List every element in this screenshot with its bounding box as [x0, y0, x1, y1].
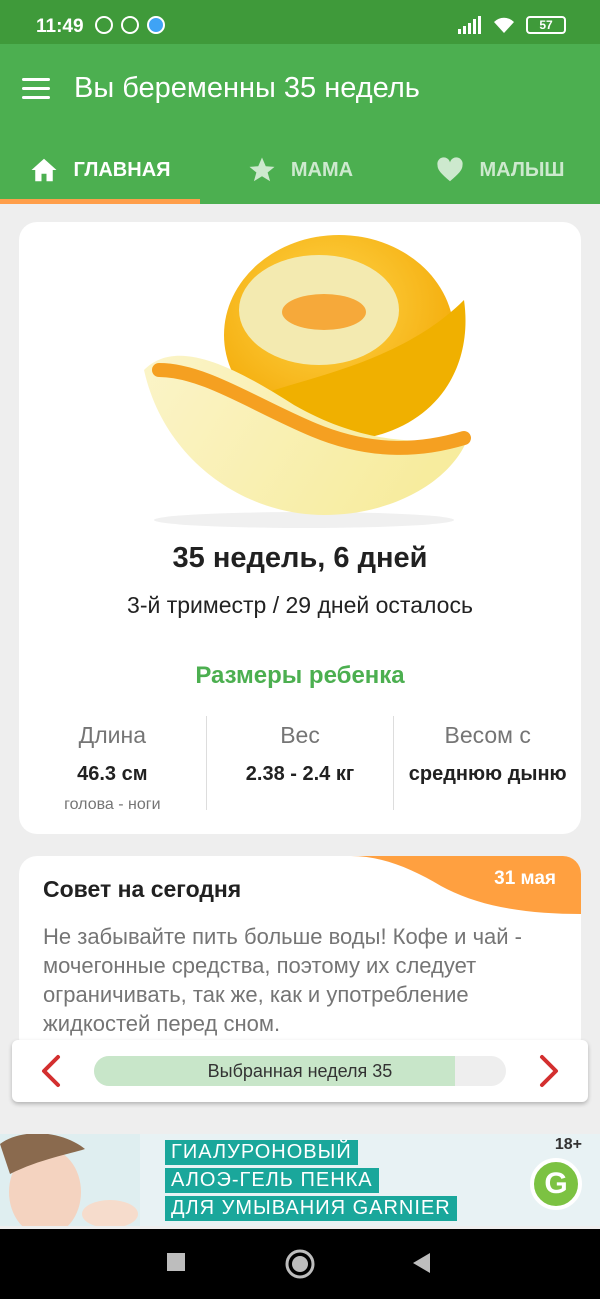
play-icon	[121, 16, 139, 34]
ad-model-image	[0, 1134, 140, 1226]
stat-label: Весом с	[444, 722, 531, 748]
stat-note: голова - ноги	[64, 796, 161, 813]
star-icon	[249, 157, 275, 182]
ad-text: ГИАЛУРОНОВЫЙ АЛОЭ-ГЕЛЬ ПЕНКА ДЛЯ УМЫВАНИ…	[165, 1140, 457, 1224]
menu-icon[interactable]	[22, 78, 50, 100]
week-progress-label: Выбранная неделя 35	[207, 1061, 393, 1081]
tab-baby[interactable]: МАЛЫШ	[400, 136, 600, 204]
tab-home[interactable]: ГЛАВНАЯ	[0, 136, 200, 204]
week-title: 35 недель, 6 дней	[172, 542, 428, 574]
tab-mama[interactable]: МАМА	[200, 136, 400, 204]
garnier-logo: G	[530, 1158, 582, 1210]
week-navigator: Выбранная неделя 35	[12, 1040, 588, 1102]
chevron-right-icon[interactable]	[530, 1053, 566, 1089]
ad-line: ГИАЛУРОНОВЫЙ	[165, 1140, 358, 1165]
stat-value: 2.38 - 2.4 кг	[245, 763, 355, 785]
alarm-icon	[95, 16, 113, 34]
back-icon[interactable]	[410, 1251, 432, 1275]
ad-line: АЛОЭ-ГЕЛЬ ПЕНКА	[165, 1168, 379, 1193]
app-bar: Вы беременны 35 недель	[0, 44, 600, 136]
status-time: 11:49	[36, 16, 84, 37]
home-nav-icon[interactable]	[284, 1248, 316, 1280]
daily-tip-card: 31 мая Совет на сегодня Не забывайте пит…	[19, 856, 581, 1056]
stat-length: Длина 46.3 см голова - ноги	[19, 716, 207, 813]
stat-value: 46.3 см	[77, 763, 148, 785]
week-summary-card: 35 недель, 6 дней 3-й триместр / 29 дней…	[19, 222, 581, 834]
status-right: 57	[458, 16, 566, 34]
tab-baby-label: МАЛЫШ	[479, 158, 565, 181]
tip-date: 31 мая	[494, 868, 556, 889]
week-progress-bar[interactable]: Выбранная неделя 35	[94, 1056, 506, 1086]
tab-bar: ГЛАВНАЯ МАМА МАЛЫШ	[0, 136, 600, 204]
app-notification-icon	[147, 16, 165, 34]
stat-comparison: Весом с среднюю дыню	[394, 716, 581, 810]
system-nav-bar	[0, 1229, 600, 1299]
stat-label: Вес	[280, 722, 320, 748]
signal-icon	[458, 16, 481, 34]
page-title: Вы беременны 35 недель	[74, 72, 420, 104]
melon-image	[144, 235, 471, 528]
status-icons	[95, 16, 165, 34]
ad-banner[interactable]: ГИАЛУРОНОВЫЙ АЛОЭ-ГЕЛЬ ПЕНКА ДЛЯ УМЫВАНИ…	[0, 1134, 600, 1226]
stat-value: среднюю дыню	[408, 763, 567, 785]
tip-text: Не забывайте пить больше воды! Кофе и ча…	[43, 924, 523, 1036]
baby-sizes-heading: Размеры ребенка	[195, 662, 405, 689]
stat-label: Длина	[78, 722, 146, 748]
week-subtitle: 3-й триместр / 29 дней осталось	[127, 592, 473, 618]
tab-home-label: ГЛАВНАЯ	[73, 158, 171, 181]
tip-heading: Совет на сегодня	[43, 876, 242, 902]
status-bar: 11:49 57	[0, 0, 600, 44]
stat-weight: Вес 2.38 - 2.4 кг	[207, 716, 395, 810]
recents-icon[interactable]	[165, 1251, 187, 1273]
tab-mama-label: МАМА	[290, 158, 354, 181]
chevron-left-icon[interactable]	[34, 1053, 70, 1089]
battery-indicator: 57	[526, 16, 566, 34]
home-icon	[31, 158, 57, 182]
ad-line: ДЛЯ УМЫВАНИЯ GARNIER	[165, 1196, 457, 1221]
wifi-icon	[494, 17, 514, 33]
baby-stats: Длина 46.3 см голова - ноги Вес 2.38 - 2…	[19, 716, 581, 813]
heart-icon	[437, 157, 464, 182]
age-rating: 18+	[554, 1136, 582, 1153]
